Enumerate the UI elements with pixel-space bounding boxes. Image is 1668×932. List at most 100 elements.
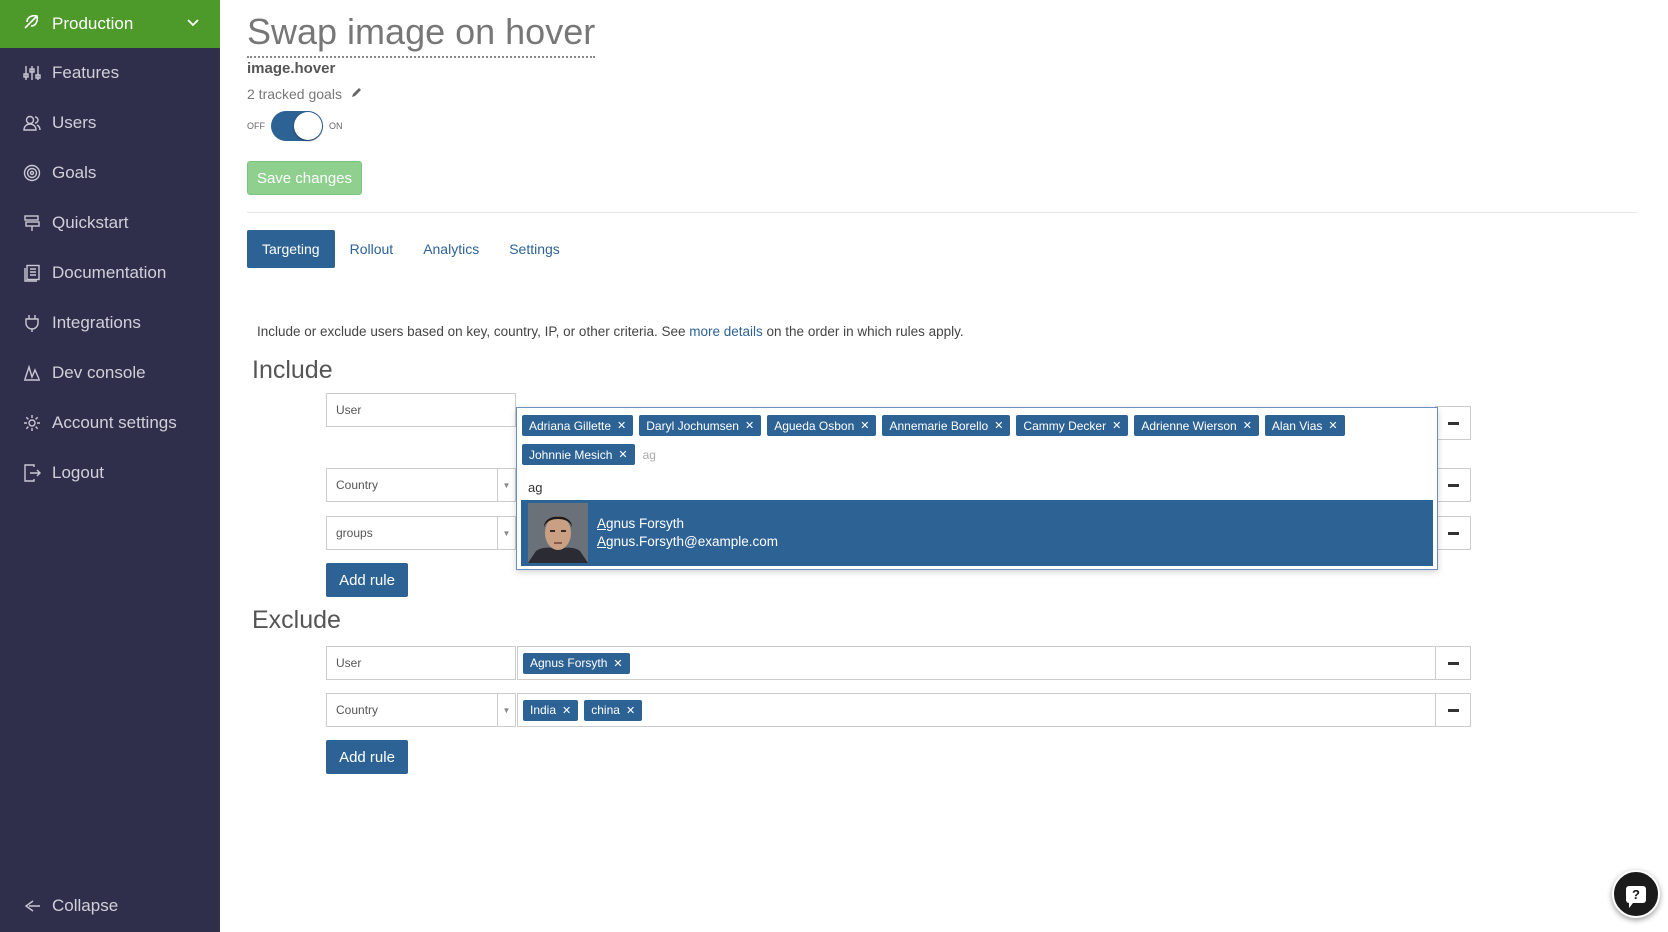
sidebar-item-integrations[interactable]: Integrations — [0, 298, 220, 348]
include-country-attribute[interactable]: Country ▼ — [326, 468, 516, 502]
caret-down-icon: ▼ — [497, 517, 515, 549]
tag-label: Agueda Osbon — [774, 418, 855, 433]
user-tag: Johnnie Mesich ✕ — [522, 444, 635, 465]
plug-icon — [22, 313, 42, 333]
multiselect-input[interactable]: ag — [643, 448, 656, 462]
attribute-label: Country — [336, 478, 379, 492]
sidebar-item-documentation[interactable]: Documentation — [0, 248, 220, 298]
tab-settings[interactable]: Settings — [494, 230, 575, 268]
tracked-goals-text: 2 tracked goals — [247, 86, 342, 102]
environment-switcher[interactable]: Production — [0, 0, 220, 48]
exclude-heading: Exclude — [252, 606, 341, 634]
remove-rule-button[interactable] — [1435, 516, 1471, 550]
sidebar-item-features[interactable]: Features — [0, 48, 220, 98]
tag-label: Cammy Decker — [1023, 418, 1107, 433]
pulse-icon — [22, 363, 42, 383]
include-user-multiselect[interactable]: Adriana Gillette ✕ Daryl Jochumsen ✕ Agued… — [516, 407, 1438, 570]
exclude-user-values[interactable]: Agnus Forsyth ✕ — [517, 646, 1435, 680]
user-tag: Adrienne Wierson ✕ — [1134, 415, 1259, 436]
environment-name: Production — [52, 14, 134, 33]
minus-icon — [1447, 421, 1459, 425]
remove-tag-icon[interactable]: ✕ — [1328, 419, 1337, 432]
flag-toggle[interactable] — [271, 111, 323, 141]
include-heading: Include — [252, 356, 333, 384]
user-tag: Daryl Jochumsen ✕ — [639, 415, 762, 436]
leaf-icon — [22, 13, 40, 36]
sidebar-item-label: Account settings — [52, 413, 177, 432]
sidebar-item-dev-console[interactable]: Dev console — [0, 348, 220, 398]
add-exclude-rule-button[interactable]: Add rule — [326, 740, 408, 774]
tag-label: Johnnie Mesich — [529, 447, 613, 462]
tracked-goals: 2 tracked goals — [247, 86, 363, 102]
remove-tag-icon[interactable]: ✕ — [617, 419, 626, 432]
user-suggestion-option[interactable]: Agnus Forsyth Agnus.Forsyth@example.com — [521, 500, 1433, 566]
user-tag: Cammy Decker ✕ — [1016, 415, 1129, 436]
caret-down-icon: ▼ — [497, 469, 515, 501]
users-icon — [22, 113, 42, 133]
tag-label: china — [591, 703, 620, 717]
minus-icon — [1447, 661, 1459, 665]
attribute-label: User — [336, 403, 362, 417]
remove-tag-icon[interactable]: ✕ — [613, 657, 622, 670]
sliders-icon — [22, 63, 42, 83]
save-button[interactable]: Save changes — [247, 161, 362, 195]
user-tag: Adriana Gillette ✕ — [522, 415, 634, 436]
sidebar-item-label: Goals — [52, 163, 97, 182]
sidebar-item-users[interactable]: Users — [0, 98, 220, 148]
page-title[interactable]: Swap image on hover — [247, 10, 596, 58]
remove-tag-icon[interactable]: ✕ — [1243, 419, 1252, 432]
remove-tag-icon[interactable]: ✕ — [618, 448, 627, 461]
toggle-knob — [294, 112, 322, 140]
sidebar-item-label: Documentation — [52, 263, 167, 282]
user-tag: Agueda Osbon ✕ — [767, 415, 877, 436]
sidebar-item-label: Users — [52, 113, 97, 132]
remove-tag-icon[interactable]: ✕ — [860, 419, 869, 432]
suggestion-email: Agnus.Forsyth@example.com — [597, 533, 778, 551]
minus-icon — [1447, 531, 1459, 535]
remove-rule-button[interactable] — [1435, 693, 1471, 727]
remove-rule-button[interactable] — [1435, 468, 1471, 502]
exclude-country-values[interactable]: India ✕ china ✕ — [517, 693, 1435, 727]
remove-rule-button[interactable] — [1435, 646, 1471, 680]
suggestion-text: Agnus Forsyth Agnus.Forsyth@example.com — [597, 515, 778, 551]
toggle-off-label: OFF — [247, 121, 265, 131]
more-details-link[interactable]: more details — [689, 324, 763, 339]
pencil-icon[interactable] — [350, 86, 363, 102]
attribute-label: groups — [336, 526, 373, 540]
match-highlight: A — [597, 516, 607, 531]
name-rest: gnus Forsyth — [606, 516, 685, 531]
remove-tag-icon[interactable]: ✕ — [994, 419, 1003, 432]
exclude-country-attribute[interactable]: Country ▼ — [326, 693, 516, 727]
remove-rule-button[interactable] — [1435, 406, 1471, 440]
sidebar-item-account-settings[interactable]: Account settings — [0, 398, 220, 448]
search-query: ag — [528, 480, 543, 495]
remove-tag-icon[interactable]: ✕ — [562, 704, 571, 717]
sidebar-item-label: Features — [52, 63, 120, 82]
collapse-sidebar-button[interactable]: Collapse — [0, 886, 220, 926]
tag-label: Adrienne Wierson — [1141, 418, 1237, 433]
tab-targeting[interactable]: Targeting — [247, 230, 335, 268]
help-chat-button[interactable]: ? — [1612, 870, 1660, 918]
intro-text: Include or exclude users based on key, c… — [257, 324, 690, 339]
caret-down-icon: ▼ — [497, 694, 515, 726]
remove-tag-icon[interactable]: ✕ — [745, 419, 754, 432]
tab-rollout[interactable]: Rollout — [335, 230, 409, 268]
sidebar-item-label: Quickstart — [52, 213, 129, 232]
remove-tag-icon[interactable]: ✕ — [626, 704, 635, 717]
tab-analytics[interactable]: Analytics — [408, 230, 494, 268]
add-include-rule-button[interactable]: Add rule — [326, 563, 408, 597]
sidebar-item-logout[interactable]: Logout — [0, 448, 220, 498]
tag-label: India — [530, 703, 557, 717]
tag-label: Daryl Jochumsen — [646, 418, 739, 433]
suggestion-name: Agnus Forsyth — [597, 515, 778, 533]
exclude-user-attribute[interactable]: User — [326, 646, 516, 680]
arrow-left-icon — [22, 896, 42, 916]
sidebar-item-quickstart[interactable]: Quickstart — [0, 198, 220, 248]
include-user-attribute[interactable]: User — [326, 393, 516, 427]
include-groups-attribute[interactable]: groups ▼ — [326, 516, 516, 550]
intro-text-end: on the order in which rules apply. — [762, 324, 964, 339]
sidebar-item-label: Dev console — [52, 363, 146, 382]
sidebar-item-goals[interactable]: Goals — [0, 148, 220, 198]
tag-label: Agnus Forsyth — [530, 656, 608, 670]
remove-tag-icon[interactable]: ✕ — [1112, 419, 1121, 432]
